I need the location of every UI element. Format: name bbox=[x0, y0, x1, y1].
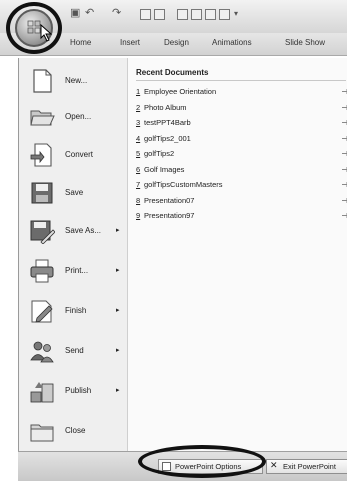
highlight-ring-options bbox=[138, 445, 266, 478]
recent-documents-title: Recent Documents bbox=[136, 68, 209, 77]
open-folder-icon bbox=[30, 110, 55, 126]
menu-item-label: Save As... bbox=[65, 226, 102, 235]
office-menu: New... Open... Convert Save Save As... ▸… bbox=[18, 58, 347, 453]
highlight-ring-office-button bbox=[6, 2, 62, 54]
pin-icon[interactable] bbox=[341, 150, 347, 157]
recent-document-item[interactable]: 1 Employee Orientation bbox=[136, 87, 347, 100]
pin-icon[interactable] bbox=[341, 119, 347, 126]
close-folder-icon bbox=[30, 424, 54, 442]
recent-document-number: 2 bbox=[136, 102, 141, 112]
send-people-icon bbox=[30, 341, 54, 363]
printer-icon bbox=[30, 259, 54, 283]
menu-item-label: Send bbox=[65, 346, 84, 355]
submenu-arrow-icon: ▸ bbox=[116, 387, 120, 394]
recent-document-number: 7 bbox=[136, 180, 141, 189]
recent-document-item[interactable]: 2 Photo Album bbox=[136, 103, 347, 116]
exit-x-icon: ✕ bbox=[270, 460, 278, 470]
save-as-icon bbox=[30, 220, 55, 244]
recent-document-name: Photo Album bbox=[144, 102, 187, 112]
recent-document-number: 6 bbox=[136, 164, 141, 174]
finish-pen-icon bbox=[31, 300, 53, 323]
pin-icon[interactable] bbox=[341, 88, 347, 95]
submenu-arrow-icon: ▸ bbox=[116, 347, 120, 354]
recent-document-name: Presentation07 bbox=[144, 195, 195, 205]
pin-icon[interactable] bbox=[341, 197, 347, 204]
menu-item-new[interactable]: New... bbox=[19, 64, 127, 100]
pin-icon[interactable] bbox=[341, 104, 347, 111]
recent-document-name: golfTips2 bbox=[144, 149, 175, 158]
tab-slide-show[interactable]: Slide Show bbox=[285, 38, 325, 47]
new-file-icon[interactable] bbox=[140, 9, 151, 20]
recent-document-number: 9 bbox=[136, 211, 141, 220]
recent-document-name: testPPT4Barb bbox=[144, 118, 191, 127]
pin-icon[interactable] bbox=[341, 212, 347, 219]
menu-item-open[interactable]: Open... bbox=[19, 100, 127, 136]
submenu-arrow-icon: ▸ bbox=[116, 307, 120, 314]
menu-item-send[interactable]: Send ▸ bbox=[19, 334, 127, 370]
save-icon[interactable]: ▣ bbox=[70, 6, 80, 19]
exit-powerpoint-button[interactable]: ✕ Exit PowerPoint bbox=[266, 459, 347, 474]
undo-icon[interactable]: ↶ bbox=[85, 6, 94, 19]
button-label: Exit PowerPoint bbox=[283, 462, 336, 471]
menu-item-label: New... bbox=[65, 76, 88, 85]
recent-document-number: 4 bbox=[136, 133, 141, 143]
menu-item-save[interactable]: Save bbox=[19, 176, 127, 212]
menu-item-convert[interactable]: Convert bbox=[19, 138, 127, 174]
recent-document-name: golfTipsCustomMasters bbox=[144, 180, 223, 189]
menu-item-label: Save bbox=[65, 188, 84, 197]
divider bbox=[136, 80, 346, 81]
quick-print-icon[interactable] bbox=[219, 9, 230, 20]
pin-icon[interactable] bbox=[341, 135, 347, 142]
recent-document-name: Employee Orientation bbox=[144, 87, 217, 96]
recent-document-name: golfTips2_001 bbox=[144, 133, 191, 143]
recent-document-number: 5 bbox=[136, 149, 141, 158]
menu-item-finish[interactable]: Finish ▸ bbox=[19, 294, 127, 330]
menu-item-print[interactable]: Print... ▸ bbox=[19, 254, 127, 290]
submenu-arrow-icon: ▸ bbox=[116, 227, 120, 234]
publish-icon bbox=[30, 382, 54, 403]
recent-document-item[interactable]: 5 golfTips2 bbox=[136, 149, 347, 162]
layout-icon[interactable] bbox=[177, 9, 188, 20]
recent-document-number: 8 bbox=[136, 195, 141, 205]
menu-commands: New... Open... Convert Save Save As... ▸… bbox=[19, 58, 128, 453]
new-document-icon bbox=[33, 69, 52, 93]
recent-document-item[interactable]: 7 golfTipsCustomMasters bbox=[136, 180, 347, 193]
tab-insert[interactable]: Insert bbox=[120, 38, 140, 47]
menu-item-label: Close bbox=[65, 426, 86, 435]
menu-item-label: Convert bbox=[65, 150, 94, 159]
customize-qat-icon[interactable]: ▾ bbox=[234, 9, 238, 18]
save-disk-icon bbox=[31, 182, 53, 204]
recent-document-item[interactable]: 4 golfTips2_001 bbox=[136, 134, 347, 147]
recent-document-number: 3 bbox=[136, 118, 141, 127]
recent-document-name: Golf Images bbox=[144, 164, 185, 174]
redo-icon[interactable]: ↷ bbox=[112, 6, 121, 19]
pin-icon[interactable] bbox=[341, 181, 347, 188]
menu-item-label: Open... bbox=[65, 112, 92, 121]
slide-show-icon[interactable] bbox=[205, 9, 216, 20]
tab-design[interactable]: Design bbox=[164, 38, 189, 47]
menu-item-save-as[interactable]: Save As... ▸ bbox=[19, 214, 127, 250]
recent-document-item[interactable]: 3 testPPT4Barb bbox=[136, 118, 347, 131]
recent-document-item[interactable]: 6 Golf Images bbox=[136, 165, 347, 178]
recent-documents-panel: Recent Documents 1 Employee Orientation 2 P… bbox=[128, 58, 347, 453]
menu-item-publish[interactable]: Publish ▸ bbox=[19, 374, 127, 410]
recent-document-item[interactable]: 8 Presentation07 bbox=[136, 196, 347, 209]
tab-home[interactable]: Home bbox=[70, 38, 91, 47]
menu-item-close[interactable]: Close bbox=[19, 414, 127, 450]
menu-item-label: Publish bbox=[65, 386, 92, 395]
menu-item-label: Print... bbox=[65, 266, 89, 275]
recent-document-item[interactable]: 9 Presentation97 bbox=[136, 211, 347, 224]
open-file-icon[interactable] bbox=[154, 9, 165, 20]
recent-document-name: Presentation97 bbox=[144, 211, 195, 220]
submenu-arrow-icon: ▸ bbox=[116, 267, 120, 274]
convert-icon bbox=[30, 143, 52, 167]
menu-item-label: Finish bbox=[65, 306, 87, 315]
pin-icon[interactable] bbox=[341, 166, 347, 173]
recent-document-number: 1 bbox=[136, 87, 141, 96]
slide-sorter-icon[interactable] bbox=[191, 9, 202, 20]
tab-animations[interactable]: Animations bbox=[212, 38, 252, 47]
